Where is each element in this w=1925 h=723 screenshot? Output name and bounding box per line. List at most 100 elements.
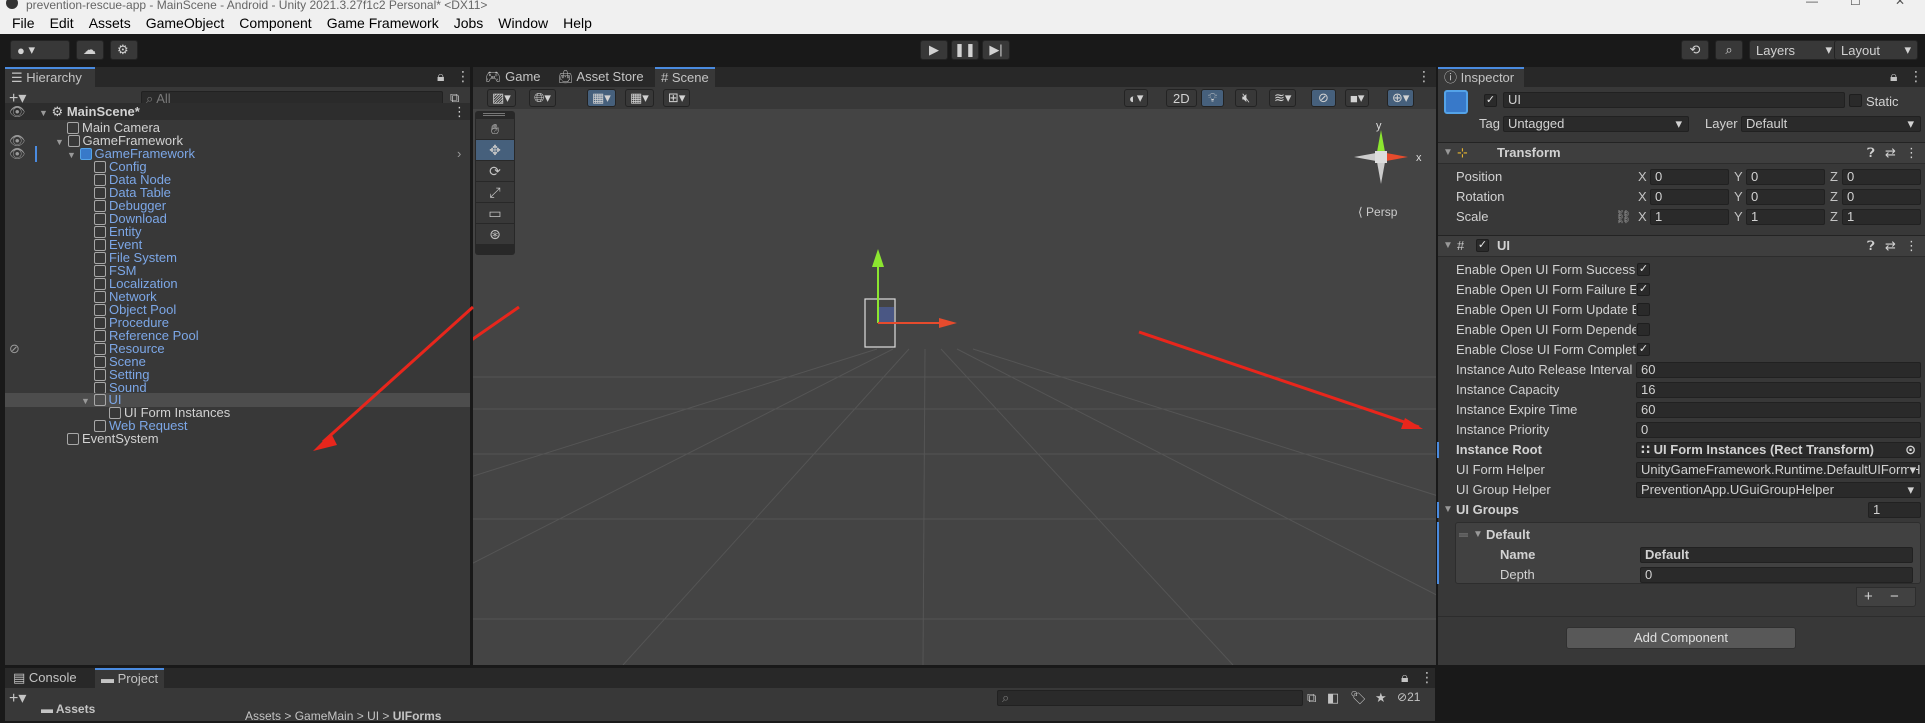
menu-window[interactable]: Window [498,15,548,31]
ui-form-helper-dropdown[interactable]: UnityGameFramework.Runtime.DefaultUIForm… [1636,462,1921,478]
grid-snap-toggle[interactable]: ▦ ▾ [587,89,616,107]
hierarchy-item-eventsystem[interactable]: EventSystem [67,431,159,447]
toggle-checkbox[interactable]: ✓ [1637,283,1650,296]
play-button[interactable]: ▶ [920,40,948,60]
position-y-field[interactable]: 0 [1746,169,1825,185]
tag-dropdown[interactable]: Untagged ▾ [1503,116,1689,132]
instance-priority-field[interactable]: 0 [1636,422,1921,438]
assets-tree-root[interactable]: ▬ Assets [41,702,95,716]
link-icon[interactable]: ⛓︎ [1615,209,1632,225]
help-icon[interactable]: ❓︎ [1867,238,1875,254]
cloud-button[interactable]: ☁ [76,40,104,60]
toggle-checkbox[interactable] [1637,323,1650,336]
hidden-icon[interactable]: ⊘ [9,341,20,357]
label-icon[interactable]: 🏷︎ [1350,690,1367,706]
minimize-icon[interactable]: — [1806,0,1818,7]
ui-groups-count-field[interactable]: 1 [1868,502,1921,518]
expand-arrow-icon[interactable]: ▼ [1443,502,1453,518]
reorder-handle-icon[interactable]: ═ [1459,527,1468,543]
projection-label[interactable]: ⟨ Persp [1358,205,1397,219]
instance-auto-release-field[interactable]: 60 [1636,362,1921,378]
toggle-checkbox[interactable]: ✓ [1637,343,1650,356]
toggle-checkbox[interactable] [1637,303,1650,316]
ui-component-header[interactable] [1438,235,1925,257]
instance-capacity-field[interactable]: 16 [1636,382,1921,398]
hidden-count[interactable]: ⊘21 [1397,690,1420,704]
layers-dropdown[interactable]: Layers ▾ [1749,40,1839,60]
remove-group-button[interactable]: − [1890,589,1899,605]
more-menu-icon[interactable]: ⋮ [456,68,470,85]
static-checkbox[interactable] [1849,94,1862,107]
menu-component[interactable]: Component [239,15,311,31]
scene-root[interactable]: ▼ ⚙ MainScene* [39,104,140,120]
lighting-toggle[interactable]: 💡︎ [1201,89,1225,107]
visibility-icon[interactable]: 👁︎ [9,104,26,120]
rotation-x-field[interactable]: 0 [1650,189,1729,205]
expand-arrow-icon[interactable]: ▼ [1443,238,1453,254]
group-depth-field[interactable]: 0 [1640,567,1913,583]
menu-file[interactable]: File [12,15,35,31]
create-button[interactable]: +▾ [9,688,26,708]
scene-more-icon[interactable]: ⋮ [453,104,466,120]
rotation-y-field[interactable]: 0 [1746,189,1825,205]
favorite-icon[interactable]: ★ [1375,690,1387,706]
position-x-field[interactable]: 0 [1650,169,1729,185]
help-icon[interactable]: ❓︎ [1867,145,1875,161]
menu-game-framework[interactable]: Game Framework [327,15,439,31]
filter-type-icon[interactable]: ◧ [1327,690,1339,706]
component-menu-icon[interactable]: ⋮ [1905,145,1918,161]
menu-help[interactable]: Help [563,15,592,31]
instance-root-field[interactable]: ∷ UI Form Instances (Rect Transform) ⊙ [1636,442,1921,458]
global-toggle[interactable]: 🌐︎ ▾ [529,89,556,107]
ui-enabled-checkbox[interactable]: ✓ [1476,239,1489,252]
tab-inspector[interactable]: ⓘ Inspector [1438,67,1524,87]
audio-toggle[interactable]: 🔇︎ [1235,89,1258,107]
effects-toggle[interactable]: ≋ ▾ [1269,89,1297,107]
tab-project[interactable]: ▬ Project [95,668,165,688]
more-menu-icon[interactable]: ⋮ [1417,68,1431,85]
pause-button[interactable]: ❚❚ [951,40,979,60]
shading-mode-button[interactable]: ◐ ▾ [1124,89,1149,107]
snap-increment[interactable]: ⊞ ▾ [663,89,691,107]
layout-dropdown[interactable]: Layout ▾ [1834,40,1918,60]
tab-game[interactable]: 🎮︎ Game [479,67,547,87]
active-checkbox[interactable]: ✓ [1484,94,1497,107]
search-button[interactable]: ⌕ [1715,40,1743,60]
more-menu-icon[interactable]: ⋮ [1420,669,1434,686]
component-menu-icon[interactable]: ⋮ [1905,238,1918,254]
search-by-type-icon[interactable]: ⧉ [1307,690,1316,706]
expand-arrow-icon[interactable]: ▼ [1473,527,1483,543]
ui-group-helper-dropdown[interactable]: PreventionApp.UGuiGroupHelper ▾ [1636,482,1921,498]
add-component-button[interactable]: Add Component [1566,627,1796,649]
tab-scene[interactable]: # Scene [655,67,715,87]
menu-gameobject[interactable]: GameObject [146,15,225,31]
position-z-field[interactable]: 0 [1842,169,1921,185]
group-name-field[interactable]: Default [1640,547,1913,563]
maximize-icon[interactable]: ☐ [1850,0,1861,7]
undo-history-button[interactable]: ⟲ [1681,40,1709,60]
services-button[interactable]: ⚙ [110,40,138,60]
add-group-button[interactable]: + [1864,589,1873,605]
lock-icon[interactable]: 🔒︎ [1890,68,1897,85]
menu-edit[interactable]: Edit [50,15,74,31]
tab-hierarchy[interactable]: ☰ Hierarchy [5,67,95,87]
instance-expire-time-field[interactable]: 60 [1636,402,1921,418]
preset-icon[interactable]: ⇄ [1885,238,1896,254]
preset-icon[interactable]: ⇄ [1885,145,1896,161]
project-search-input[interactable]: ⌕ [997,690,1303,706]
tab-asset-store[interactable]: 👜︎ Asset Store [551,67,650,87]
tab-console[interactable]: ▤ Console [7,668,83,688]
camera-settings-button[interactable]: ■ ▾ [1345,89,1370,107]
scale-x-field[interactable]: 1 [1650,209,1729,225]
toggle-checkbox[interactable]: ✓ [1637,263,1650,276]
draw-mode-button[interactable]: ▨ ▾ [487,89,516,107]
object-picker-icon[interactable]: ⊙ [1905,443,1916,457]
hidden-objects-toggle[interactable]: ⊘ [1311,89,1336,107]
grid-toggle[interactable]: ▦ ▾ [625,89,654,107]
scale-y-field[interactable]: 1 [1746,209,1825,225]
toggle-2d-button[interactable]: 2D [1166,89,1197,107]
account-button[interactable]: ● ▾ [10,40,70,60]
more-menu-icon[interactable]: ⋮ [1909,68,1923,85]
gizmos-toggle[interactable]: ⊕ ▾ [1387,89,1415,107]
chevron-right-icon[interactable]: › [457,146,461,162]
